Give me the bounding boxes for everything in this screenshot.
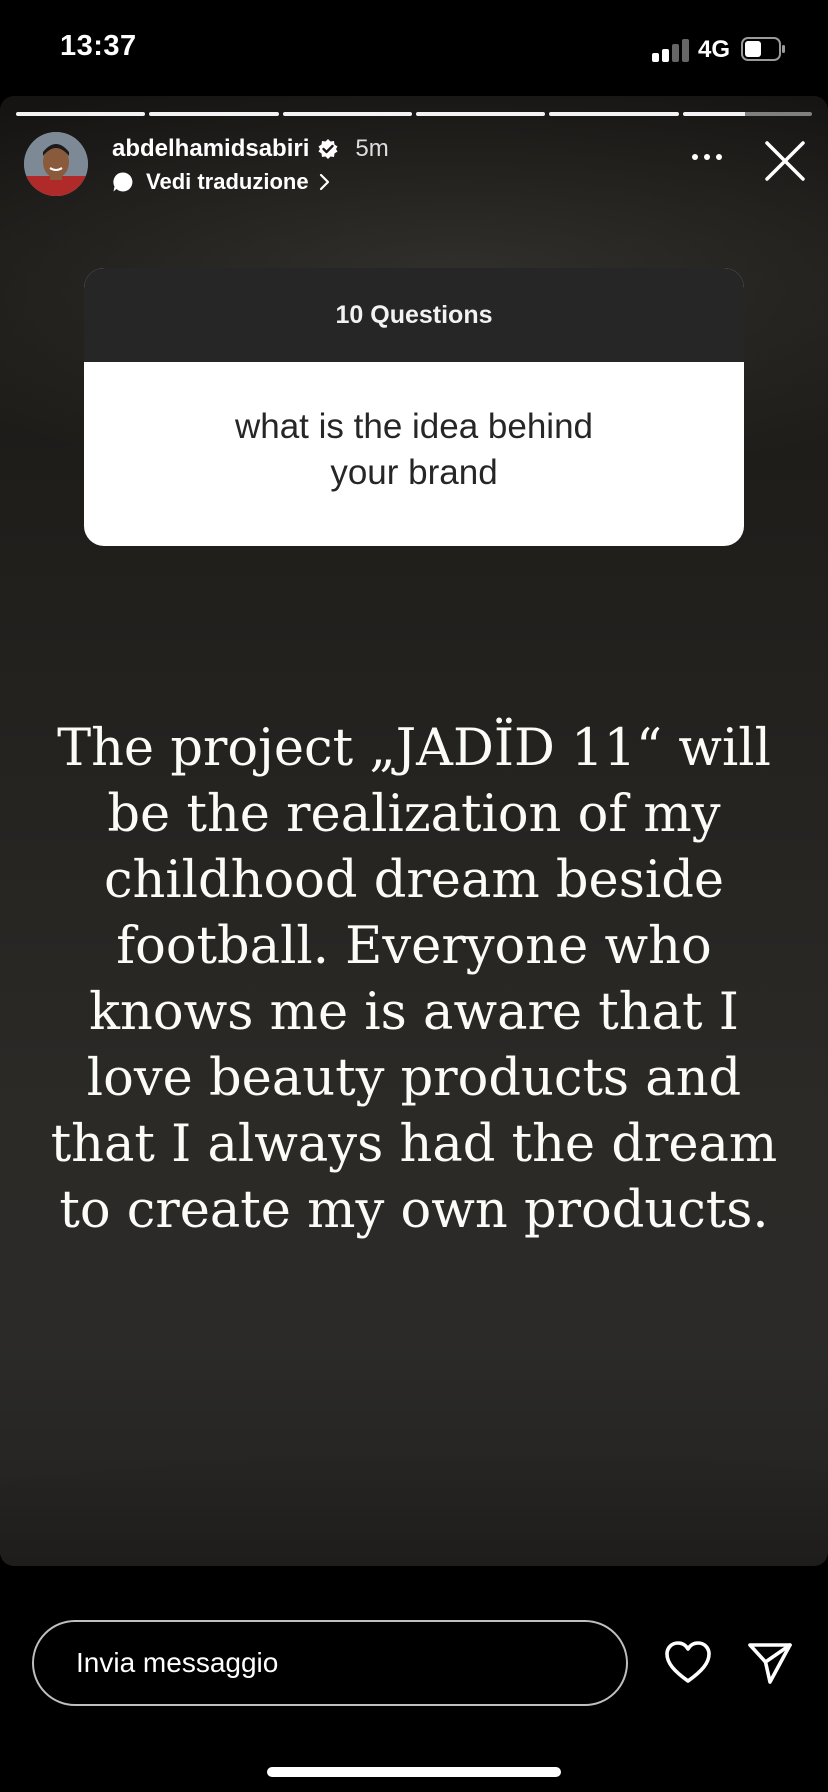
background-dune	[0, 1456, 828, 1566]
translate-label: Vedi traduzione	[146, 169, 309, 194]
story-header-user[interactable]: abdelhamidsabiri 5m	[112, 132, 389, 166]
translate-link[interactable]: Vedi traduzione	[112, 166, 331, 198]
status-time: 13:37	[60, 30, 137, 62]
cellular-signal-icon	[652, 38, 692, 62]
status-bar: 13:37 4G	[0, 0, 828, 96]
question-sticker: 10 Questions what is the idea behind you…	[84, 268, 744, 546]
verified-badge-icon	[318, 139, 338, 159]
heart-icon[interactable]	[664, 1640, 712, 1686]
progress-segment-current	[682, 112, 812, 116]
username[interactable]: abdelhamidsabiri	[112, 135, 309, 163]
progress-segment	[282, 112, 412, 116]
avatar[interactable]	[24, 132, 88, 196]
story-progress-bar	[16, 112, 812, 116]
progress-segment	[149, 112, 279, 116]
more-options-icon[interactable]	[690, 150, 724, 164]
home-indicator[interactable]	[267, 1767, 561, 1777]
progress-segment	[415, 112, 546, 116]
question-sticker-header: 10 Questions	[84, 268, 744, 362]
close-icon[interactable]	[764, 140, 806, 182]
network-type: 4G	[698, 36, 731, 63]
send-icon[interactable]	[746, 1640, 794, 1686]
speech-bubble-icon	[113, 172, 133, 192]
question-text: what is the idea behind your brand	[234, 407, 594, 492]
progress-segment	[549, 112, 679, 116]
battery-icon	[741, 37, 785, 61]
post-time: 5m	[355, 135, 389, 162]
story-viewer[interactable]: abdelhamidsabiri 5m Vedi traduzione 10 Q…	[0, 96, 828, 1566]
chevron-right-icon	[319, 173, 329, 191]
answer-text: The project „JADÏD 11“ will be the reali…	[50, 719, 778, 1240]
profile-photo	[24, 132, 88, 196]
progress-segment	[16, 112, 146, 116]
send-message-input[interactable]: Invia messaggio	[32, 1620, 628, 1706]
